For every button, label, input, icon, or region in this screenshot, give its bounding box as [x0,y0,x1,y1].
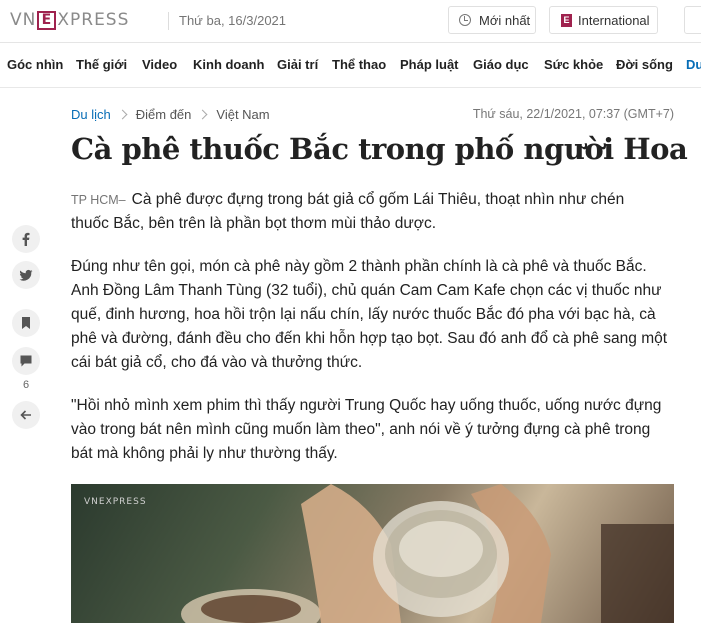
international-e-icon: E [561,13,572,27]
twitter-share-button[interactable] [12,261,40,289]
nav-item-giai-tri[interactable]: Giải trí [277,57,318,72]
breadcrumb-viet-nam[interactable]: Việt Nam [216,107,269,122]
nav-item-the-gioi[interactable]: Thế giới [76,57,127,72]
international-label: International [578,12,650,28]
facebook-icon [22,232,30,246]
comment-icon [20,355,32,367]
more-button[interactable] [684,6,701,34]
nav-item-doi-song[interactable]: Đời sống [616,57,673,72]
logo-left-text: VN [10,10,37,30]
newest-label: Mới nhất [479,12,531,28]
breadcrumb-du-lich[interactable]: Du lịch [71,107,111,122]
breadcrumb-diem-den[interactable]: Điểm đến [136,107,192,122]
bookmark-icon [22,317,30,329]
facebook-share-button[interactable] [12,225,40,253]
lead-location: TP HCM– [71,193,126,207]
logo-box-letter: E [37,10,57,30]
back-button[interactable] [12,401,40,429]
publish-date: Thứ sáu, 22/1/2021, 07:37 (GMT+7) [472,107,674,121]
nav-item-the-thao[interactable]: Thể thao [332,57,386,72]
article-photo[interactable]: VNEXPRESS [71,484,674,623]
top-bar: VN E XPRESS Thứ ba, 16/3/2021 Mới nhất E I… [0,0,701,43]
clock-icon [459,14,471,26]
logo-right-text: XPRESS [57,10,130,30]
international-button[interactable]: E International [549,6,658,34]
lead-text: Cà phê được đựng trong bát giả cổ gốm Lá… [71,191,625,232]
article-lead: TP HCM– Cà phê được đựng trong bát giả cổ… [71,188,663,236]
article-paragraph-2: "Hồi nhỏ mình xem phim thì thấy người Tr… [71,397,662,462]
breadcrumb: Du lịch Điểm đến Việt Nam [71,107,270,122]
comment-count: 6 [23,379,30,391]
nav-item-kinh-doanh[interactable]: Kinh doanh [193,57,265,72]
nav-item-goc-nhin[interactable]: Góc nhìn [7,57,63,72]
nav-item-giao-duc[interactable]: Giáo dục [473,57,529,72]
nav-item-du-lich[interactable]: Du [686,57,701,72]
chevron-right-icon [197,109,208,120]
nav-item-suc-khoe[interactable]: Sức khỏe [544,57,603,72]
article-title: Cà phê thuốc Bắc trong phố người Hoa [71,132,688,166]
nav-item-phap-luat[interactable]: Pháp luật [400,57,459,72]
vnexpress-logo[interactable]: VN E XPRESS [10,9,129,31]
nav-item-video[interactable]: Video [142,57,177,72]
comment-button[interactable] [12,347,40,375]
save-article-button[interactable] [12,309,40,337]
current-date: Thứ ba, 16/3/2021 [168,12,286,30]
chevron-right-icon [117,109,128,120]
photo-watermark: VNEXPRESS [84,497,147,507]
coffee-photo-image [181,484,674,623]
category-nav: Góc nhìn Thế giới Video Kinh doanh Giải … [0,43,701,88]
article-page: Du lịch Điểm đến Việt Nam Thứ sáu, 22/1/… [0,88,701,623]
article-paragraph-1: Đúng như tên gọi, món cà phê này gồm 2 t… [71,258,668,371]
back-arrow-icon [20,410,31,420]
newest-button[interactable]: Mới nhất [448,6,536,34]
twitter-icon [19,269,33,281]
